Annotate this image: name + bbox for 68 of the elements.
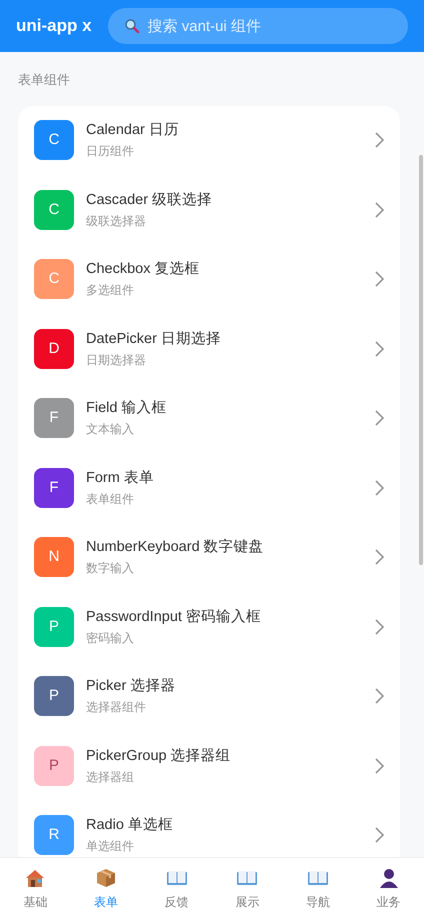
- component-list-item[interactable]: D DatePicker 日期选择 日期选择器: [18, 314, 400, 384]
- letter-avatar: P: [34, 606, 74, 647]
- item-subtitle: 多选组件: [86, 283, 135, 298]
- component-list-item[interactable]: N NumberKeyboard 数字键盘 数字输入: [18, 522, 400, 592]
- section-title: 表单组件: [18, 71, 71, 89]
- component-list-item[interactable]: R Radio 单选框 单选组件: [18, 800, 400, 857]
- item-title: Checkbox 复选框: [86, 260, 201, 278]
- tab-item[interactable]: 展示: [212, 858, 283, 919]
- letter-avatar: C: [34, 259, 74, 300]
- person-icon: [378, 866, 400, 888]
- item-title: Radio 单选框: [86, 816, 174, 834]
- letter-avatar: N: [34, 537, 74, 578]
- item-subtitle: 选择器组: [86, 770, 135, 785]
- chevron-right-icon: [375, 549, 384, 566]
- component-list-item[interactable]: P PickerGroup 选择器组 选择器组: [18, 731, 400, 800]
- item-subtitle: 选择器组件: [86, 700, 147, 716]
- item-subtitle: 单选组件: [86, 839, 135, 854]
- search-icon: [124, 18, 140, 34]
- tab-item[interactable]: 反馈: [141, 858, 212, 919]
- component-list-item[interactable]: F Form 表单 表单组件: [18, 453, 400, 522]
- tab-item[interactable]: 表单: [70, 858, 142, 919]
- letter-avatar: C: [34, 190, 74, 230]
- component-list-item[interactable]: P PasswordInput 密码输入框 密码输入: [18, 592, 400, 662]
- chevron-right-icon: [375, 827, 384, 844]
- item-title: NumberKeyboard 数字键盘: [86, 538, 265, 556]
- letter-avatar: P: [34, 746, 74, 786]
- component-list-item[interactable]: C Cascader 级联选择 级联选择器: [18, 175, 400, 244]
- component-list-item[interactable]: C Calendar 日历 日历组件: [18, 106, 400, 175]
- item-subtitle: 表单组件: [86, 492, 135, 507]
- chevron-right-icon: [375, 271, 384, 288]
- item-title: PasswordInput 密码输入框: [86, 608, 262, 626]
- letter-avatar: D: [34, 328, 74, 369]
- component-list-item[interactable]: C Checkbox 复选框 多选组件: [18, 244, 400, 314]
- item-title: Field 输入框: [86, 399, 168, 418]
- component-list-item[interactable]: F Field 输入框 文本输入: [18, 384, 400, 453]
- scrollbar-thumb[interactable]: [419, 155, 423, 565]
- item-title: Cascader 级联选择: [86, 190, 214, 209]
- chevron-right-icon: [375, 480, 384, 496]
- component-list-item[interactable]: P Picker 选择器 选择器组件: [18, 662, 400, 731]
- box-icon: [95, 866, 117, 888]
- tab-item[interactable]: 业务: [353, 858, 424, 919]
- item-subtitle: 数字输入: [86, 561, 135, 576]
- chevron-right-icon: [375, 132, 384, 148]
- letter-avatar: R: [34, 815, 74, 856]
- tab-item[interactable]: 基础: [0, 858, 71, 919]
- item-title: PickerGroup 选择器组: [86, 746, 232, 765]
- chevron-right-icon: [375, 618, 384, 635]
- chevron-right-icon: [375, 410, 384, 426]
- letter-avatar: F: [34, 468, 74, 508]
- item-title: Calendar 日历: [86, 121, 180, 140]
- chevron-right-icon: [375, 758, 384, 774]
- letter-avatar: C: [34, 120, 74, 160]
- letter-avatar: F: [34, 398, 74, 438]
- item-subtitle: 日期选择器: [86, 352, 147, 368]
- app-title: uni-app x: [16, 15, 92, 38]
- item-title: Form 表单: [86, 468, 155, 487]
- item-title: DatePicker 日期选择: [86, 330, 222, 348]
- item-subtitle: 级联选择器: [86, 214, 147, 229]
- item-subtitle: 日历组件: [86, 144, 135, 160]
- item-subtitle: 文本输入: [86, 422, 135, 438]
- letter-avatar: P: [34, 676, 74, 716]
- chevron-right-icon: [375, 202, 384, 218]
- item-subtitle: 密码输入: [86, 630, 135, 646]
- item-title: Picker 选择器: [86, 677, 176, 696]
- tab-item[interactable]: 导航: [282, 858, 354, 919]
- search-field[interactable]: 搜索 vant-ui 组件: [108, 8, 408, 44]
- chevron-right-icon: [375, 688, 384, 704]
- chevron-right-icon: [375, 340, 384, 357]
